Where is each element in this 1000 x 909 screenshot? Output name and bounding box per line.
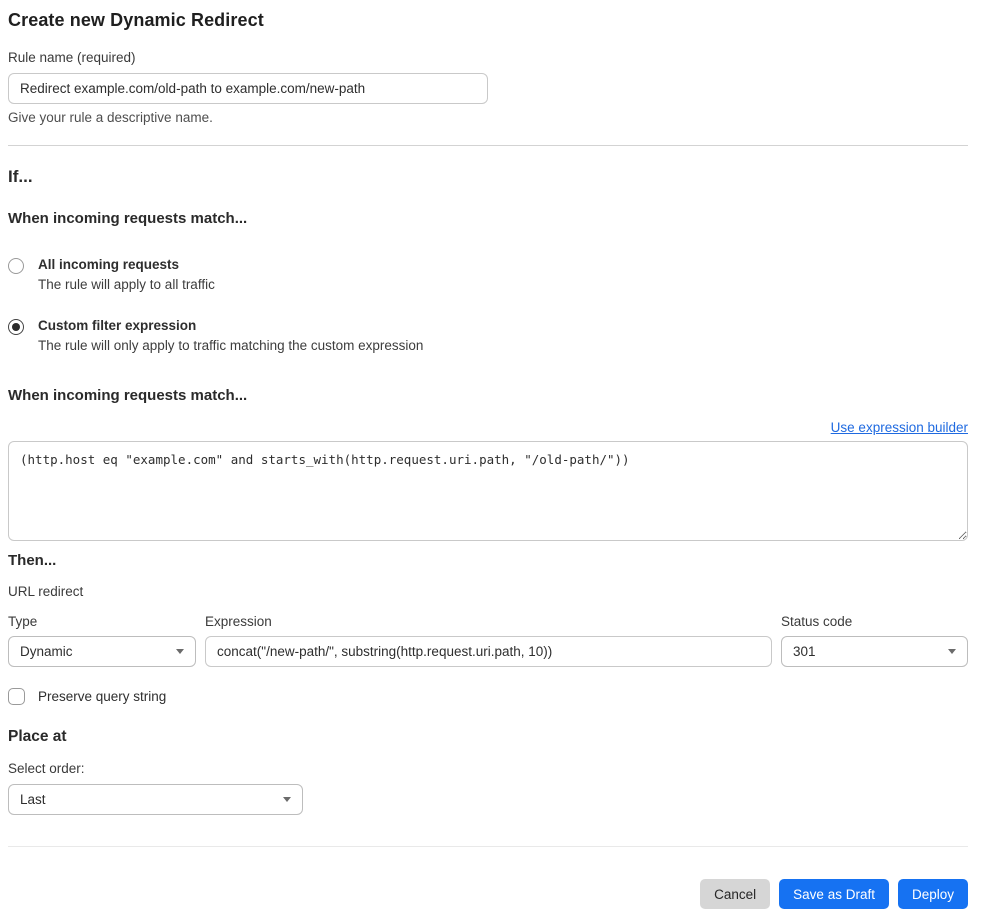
redirect-expression-input[interactable] (205, 636, 772, 667)
type-select[interactable]: Dynamic (8, 636, 196, 667)
rule-name-label: Rule name (required) (8, 50, 136, 65)
radio-label: Custom filter expression (38, 318, 197, 333)
deploy-button[interactable]: Deploy (897, 879, 968, 909)
order-select-value: Last (20, 792, 46, 807)
if-subheading: When incoming requests match... (8, 210, 248, 227)
status-code-select[interactable]: 301 (781, 636, 968, 667)
expression-label: Expression (205, 614, 272, 629)
save-as-draft-button[interactable]: Save as Draft (779, 879, 889, 909)
chevron-down-icon (948, 649, 956, 654)
if-heading: If... (8, 167, 33, 186)
preserve-query-string-label: Preserve query string (38, 689, 167, 704)
cancel-button[interactable]: Cancel (700, 879, 771, 909)
create-redirect-form: Create new Dynamic Redirect Rule name (r… (0, 0, 1000, 909)
rule-name-input[interactable] (8, 73, 488, 104)
status-code-select-value: 301 (793, 644, 816, 659)
footer-divider (8, 846, 968, 847)
preserve-query-string-checkbox-row[interactable]: Preserve query string (8, 688, 968, 705)
status-code-label: Status code (781, 614, 853, 629)
checkbox-unchecked-icon[interactable] (8, 688, 25, 705)
place-at-heading: Place at (8, 728, 67, 745)
footer-actions: Cancel Save as Draft Deploy (8, 879, 968, 909)
select-order-label: Select order: (8, 761, 85, 776)
expression-heading: When incoming requests match... (8, 387, 248, 404)
url-redirect-label: URL redirect (8, 584, 84, 599)
page-title: Create new Dynamic Redirect (8, 10, 264, 30)
radio-option-custom-filter-expression[interactable]: Custom filter expression The rule will o… (8, 318, 968, 353)
order-select[interactable]: Last (8, 784, 303, 815)
radio-description: The rule will apply to all traffic (38, 277, 215, 292)
type-label: Type (8, 614, 38, 629)
then-heading: Then... (8, 552, 57, 569)
radio-unselected-icon[interactable] (8, 258, 24, 274)
radio-option-all-incoming-requests[interactable]: All incoming requests The rule will appl… (8, 257, 968, 292)
chevron-down-icon (176, 649, 184, 654)
section-divider (8, 145, 968, 146)
filter-expression-textarea[interactable]: (http.host eq "example.com" and starts_w… (8, 441, 968, 541)
radio-selected-icon[interactable] (8, 319, 24, 335)
use-expression-builder-link[interactable]: Use expression builder (831, 420, 968, 435)
chevron-down-icon (283, 797, 291, 802)
rule-name-help: Give your rule a descriptive name. (8, 110, 213, 125)
type-select-value: Dynamic (20, 644, 73, 659)
radio-description: The rule will only apply to traffic matc… (38, 338, 424, 353)
radio-label: All incoming requests (38, 257, 180, 272)
